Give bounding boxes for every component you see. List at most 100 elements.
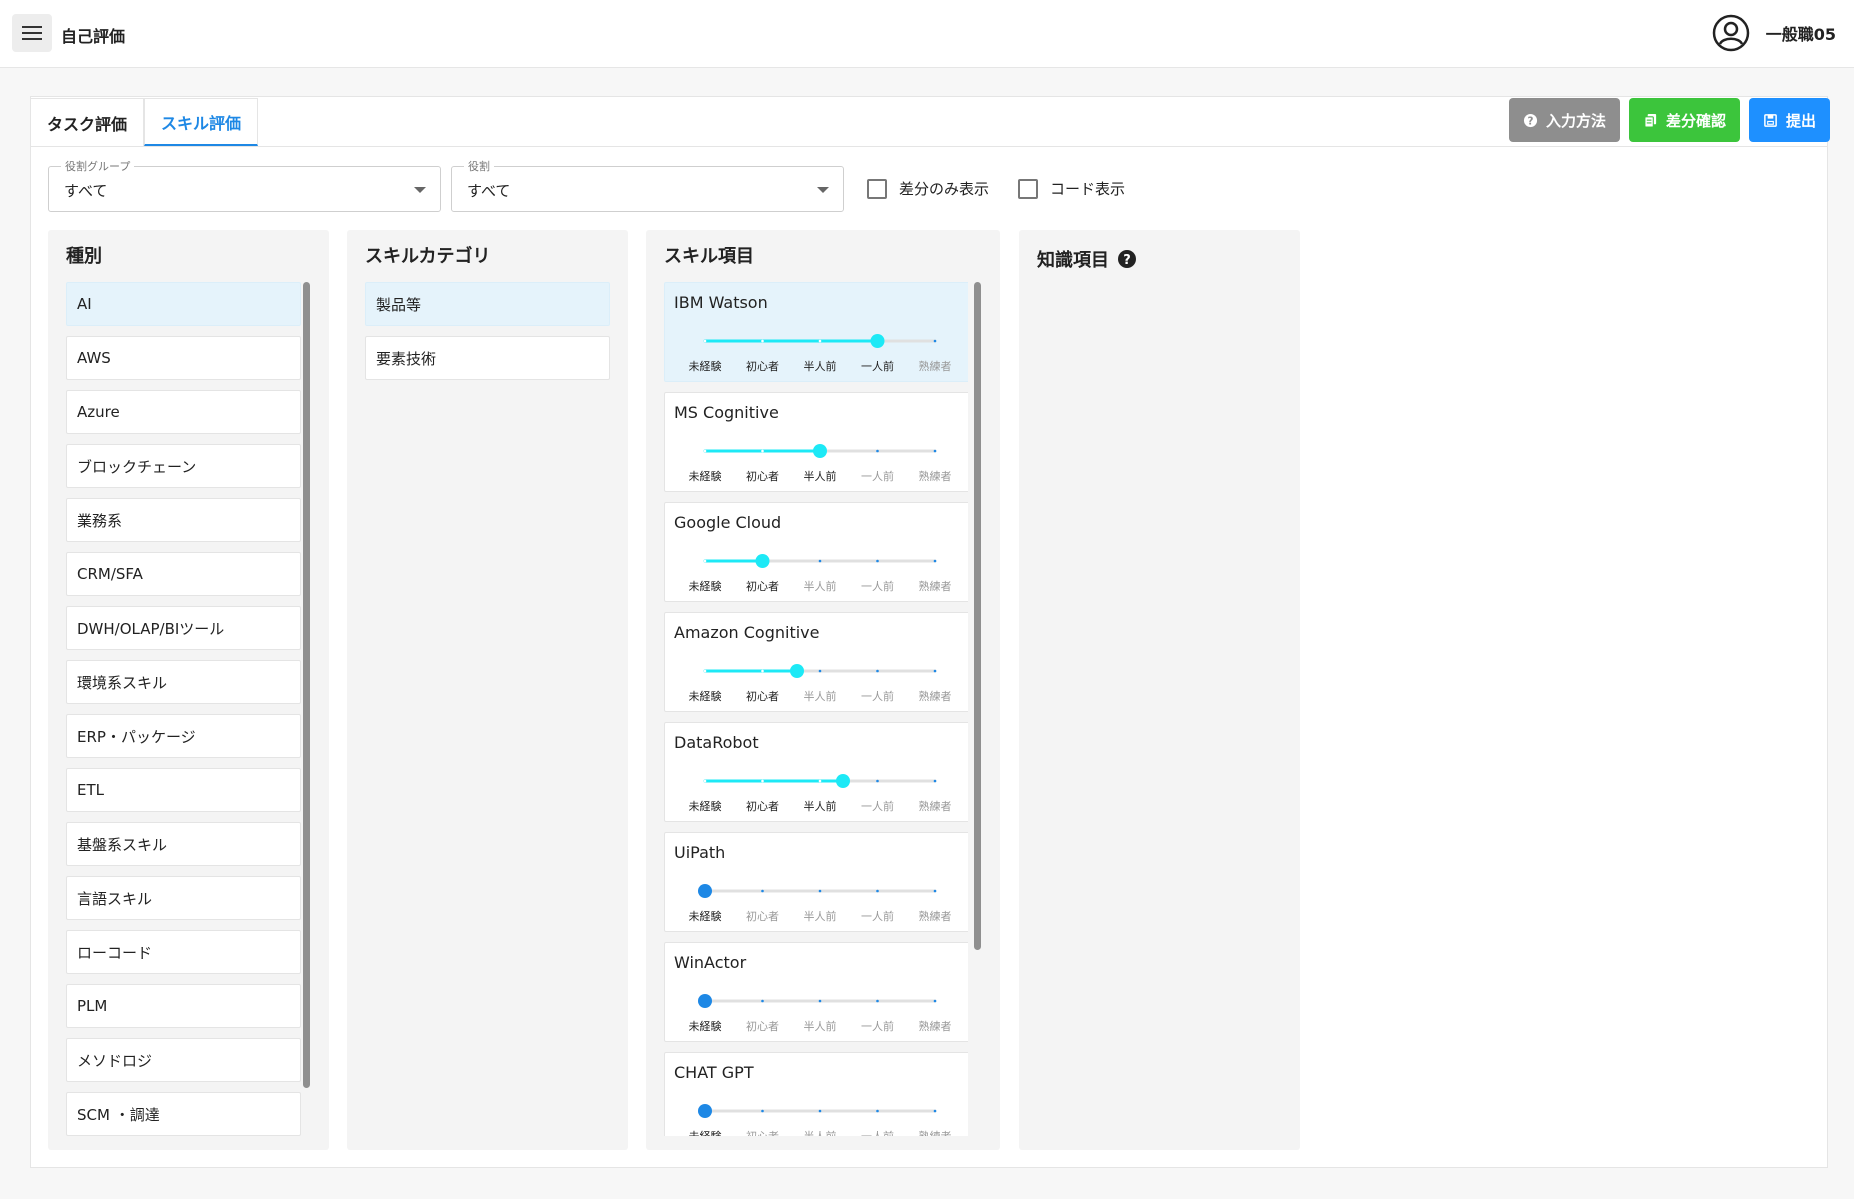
type-list-item[interactable]: Azure [66,390,301,434]
type-list-item[interactable]: ETL [66,768,301,812]
slider-level-label: 半人前 [803,580,837,593]
type-list-item[interactable]: ローコード [66,930,301,974]
slider-level-label: 初心者 [746,690,779,703]
diff-only-label: 差分のみ表示 [899,180,990,198]
slider-thumb[interactable] [870,334,885,348]
slider-tick-mark [703,779,707,783]
role-select[interactable]: 役割 すべて [451,158,844,212]
knowledge-title: 知識項目 [1037,250,1109,271]
skill-item[interactable]: Amazon Cognitive 未経験 初心者 半人前 一人前 熟練者 [664,612,968,712]
slider-thumb[interactable] [755,554,770,568]
app-header: 自己評価 一般職05 [0,0,1854,68]
skill-item[interactable]: CHAT GPT未経験初心者半人前一人前熟練者 [664,1052,968,1136]
skill-item[interactable]: IBM Watson 未経験 初心者 半人前 一人前 熟練者 [664,282,968,382]
category-list-item[interactable]: 要素技術 [365,336,610,380]
skill-title: スキル項目 [664,246,754,267]
skill-item[interactable]: MS Cognitive 未経験 初心者 半人前 一人前 熟練者 [664,392,968,492]
slider-level-label: 初心者 [746,910,779,923]
slider-level-label: 一人前 [861,690,894,703]
type-list-item[interactable]: メソドロジ [66,1038,301,1082]
slider-level-label: 未経験 [688,360,722,373]
role-group-label: 役割グループ [61,158,135,174]
slider-thumb[interactable] [698,884,712,898]
slider-tick-mark [818,779,822,783]
skill-scrollbar[interactable] [974,282,981,950]
skill-item[interactable]: DataRobot 未経験 初心者 半人前 一人前 熟練者 [664,722,968,822]
slider-level-label: 一人前 [861,1128,894,1136]
role-value: すべて [467,182,511,200]
checkbox-icon[interactable] [1018,178,1038,199]
type-list-item[interactable]: SCM ・調達 [66,1092,301,1136]
slider-thumb[interactable] [698,1104,712,1118]
slider-tick-mark [933,559,937,563]
submit-label: 提出 [1785,111,1816,130]
skill-list: IBM Watson 未経験 初心者 半人前 一人前 熟練者 MS Cognitive 未経験… [664,282,968,1136]
type-list-item[interactable]: 業務系 [66,498,301,542]
category-title: スキルカテゴリ [365,246,491,267]
type-list-item[interactable]: PLM [66,984,301,1028]
slider-level-label: 一人前 [861,910,894,923]
slider-tick-mark [761,889,764,893]
slider-level-label: 未経験 [688,1020,722,1033]
category-list-item[interactable]: 製品等 [365,282,610,326]
tab-task-evaluation[interactable]: タスク評価 [30,98,145,146]
skill-item[interactable]: Google Cloud 未経験 初心者 半人前 一人前 熟練者 [664,502,968,602]
help-circle-icon: ? [1523,113,1538,127]
type-list-item[interactable]: 言語スキル [66,876,301,920]
slider-tick-mark [818,889,822,893]
tab-bar: タスク評価 スキル評価 [30,98,259,146]
skill-item[interactable]: WinActor 未経験 初心者 半人前 一人前 熟練者 [664,942,968,1042]
help-circle-icon[interactable]: ? [1117,249,1137,269]
slider-thumb[interactable] [813,444,827,458]
hamburger-icon [22,26,42,40]
slider-level-label: 初心者 [746,800,779,813]
slider-thumb[interactable] [836,774,850,788]
slider-level-label: 初心者 [746,1128,779,1136]
skill-level-slider[interactable] [665,1053,968,1136]
type-list-item[interactable]: AWS [66,336,301,380]
submit-button[interactable]: 提出 [1748,98,1830,142]
diff-only-checkbox[interactable]: 差分のみ表示 [867,178,989,199]
skill-item[interactable]: UiPath 未経験 初心者 半人前 一人前 熟練者 [664,832,968,932]
svg-text:?: ? [1527,115,1533,127]
checkbox-icon[interactable] [867,178,887,199]
tab-skill-evaluation[interactable]: スキル評価 [144,98,259,146]
slider-thumb[interactable] [698,994,712,1008]
type-list-item[interactable]: ERP・パッケージ [66,714,301,758]
slider-level-label: 未経験 [689,1128,722,1136]
input-method-button[interactable]: ? 入力方法 [1508,98,1620,142]
type-list-item[interactable]: DWH/OLAP/BIツール [66,606,301,650]
user-name: 一般職05 [1765,25,1836,44]
slider-level-label: 初心者 [746,1020,779,1033]
slider-tick-mark [818,669,822,673]
role-group-select[interactable]: 役割グループ すべて [48,158,441,212]
slider-level-label: 半人前 [803,800,837,813]
code-display-checkbox[interactable]: コード表示 [1018,178,1125,199]
slider-level-label: 未経験 [688,800,722,813]
slider-tick-mark [933,1109,937,1113]
user-menu[interactable]: 一般職05 [1712,14,1836,52]
diff-check-label: 差分確認 [1665,111,1726,130]
type-list-item[interactable]: 環境系スキル [66,660,301,704]
role-group-value: すべて [64,182,108,200]
type-list-item[interactable]: ブロックチェーン [66,444,301,488]
type-list-item[interactable]: AI [66,282,301,326]
input-method-label: 入力方法 [1545,111,1606,130]
slider-tick-mark [761,339,764,343]
slider-level-label: 半人前 [803,910,837,923]
types-scrollbar[interactable] [303,282,310,1088]
slider-tick-mark [703,449,707,453]
slider-level-label: 熟練者 [918,690,952,703]
type-list-item[interactable]: 基盤系スキル [66,822,301,866]
diff-check-button[interactable]: 差分確認 [1628,98,1740,142]
slider-thumb[interactable] [790,664,804,678]
slider-level-label: 半人前 [804,1128,837,1136]
types-list: AI AWS Azure ブロックチェーン 業務系 CRM/SFA DWH/OLAP/BIツ… [66,282,301,1146]
slider-tick-mark [876,779,879,783]
action-buttons: ? 入力方法 差分確認 提出 [1508,98,1830,142]
slider-tick-mark [761,669,764,673]
slider-tick-mark [933,999,937,1003]
type-list-item[interactable]: CRM/SFA [66,552,301,596]
menu-button[interactable] [12,14,52,52]
slider-tick-mark [933,339,937,343]
